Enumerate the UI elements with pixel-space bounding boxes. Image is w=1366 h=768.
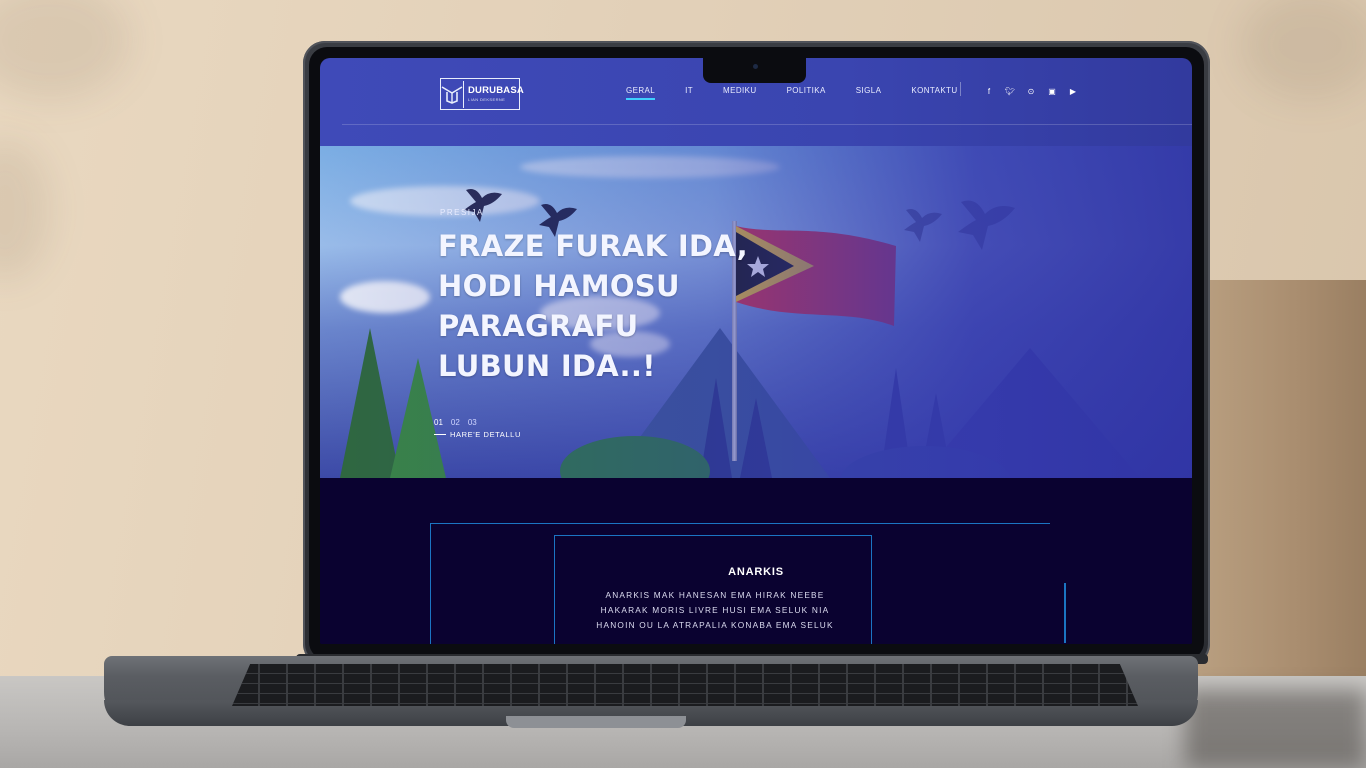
decorative-line xyxy=(1064,583,1066,643)
social-links: f 🐦︎ ⊙ ▣ ▶ xyxy=(984,87,1078,96)
plant-shadow xyxy=(1240,0,1366,100)
facebook-icon[interactable]: f xyxy=(984,87,994,96)
card-body: ANARKIS MAK HANESAN EMA HIRAK NEEBE HAKA… xyxy=(570,588,860,633)
logo-title: DURUBASA xyxy=(468,85,524,97)
slide-2-dot[interactable]: 02 xyxy=(451,418,460,427)
nav-item-sigla[interactable]: SIGLA xyxy=(856,86,882,95)
header-divider xyxy=(342,124,1192,125)
youtube-icon[interactable]: ▶ xyxy=(1068,87,1078,96)
main-nav: GERAL IT MEDIKU POLITIKA SIGLA KONTAKTU xyxy=(626,86,988,100)
nav-item-it[interactable]: IT xyxy=(685,86,693,95)
plant-shadow xyxy=(0,0,130,100)
laptop-screen: DURUBASA LIAN DEKSERNE GERAL IT MEDIKU P… xyxy=(320,58,1192,644)
nav-item-mediku[interactable]: MEDIKU xyxy=(723,86,757,95)
slide-3-dot[interactable]: 03 xyxy=(468,418,477,427)
card-body-line: HANOIN OU LA ATRAPALIA KONABA EMA SELUK xyxy=(596,620,834,630)
nav-item-geral[interactable]: GERAL xyxy=(626,86,656,100)
logo-subtitle: LIAN DEKSERNE xyxy=(468,96,506,102)
slide-1-dot[interactable]: 01 xyxy=(434,418,443,427)
trackpad xyxy=(506,716,686,728)
twitter-icon[interactable]: 🐦︎ xyxy=(1005,87,1015,96)
nav-item-kontaktu[interactable]: KONTAKTU xyxy=(911,86,957,95)
hero-title-line: FRAZE FURAK IDA, xyxy=(438,229,748,263)
box-shadow xyxy=(1185,690,1366,768)
camera-icon xyxy=(753,64,758,69)
details-link[interactable]: HARE'E DETALLU xyxy=(434,430,521,439)
keyboard-rows xyxy=(232,664,1138,706)
logo-text: DURUBASA LIAN DEKSERNE xyxy=(464,86,524,102)
pinterest-icon[interactable]: ⊙ xyxy=(1026,87,1036,96)
hero-banner: PRESIJA FRAZE FURAK IDA, HODI HAMOSU PAR… xyxy=(320,146,1192,478)
card-body-line: HAKARAK MORIS LIVRE HUSI EMA SELUK NIA xyxy=(600,605,830,615)
instagram-icon[interactable]: ▣ xyxy=(1047,87,1057,96)
slide-pager: 01 02 03 xyxy=(434,418,477,427)
hero-title-line: PARAGRAFU xyxy=(438,309,639,343)
background-box xyxy=(1198,280,1366,700)
nav-divider xyxy=(960,82,961,96)
hero-title-line: LUBUN IDA..! xyxy=(438,349,656,383)
hero-title-line: HODI HAMOSU xyxy=(438,269,680,303)
hero-title: FRAZE FURAK IDA, HODI HAMOSU PARAGRAFU L… xyxy=(438,226,758,386)
hero-eyebrow: PRESIJA xyxy=(440,208,484,217)
card-body-line: ANARKIS MAK HANESAN EMA HIRAK NEEBE xyxy=(605,590,825,600)
plant-shadow xyxy=(0,140,50,280)
logo-emblem-icon xyxy=(441,80,464,108)
camera-notch xyxy=(703,58,806,83)
card-title: ANARKIS xyxy=(728,566,784,578)
site-logo[interactable]: DURUBASA LIAN DEKSERNE xyxy=(440,78,524,110)
nav-item-politika[interactable]: POLITIKA xyxy=(787,86,826,95)
